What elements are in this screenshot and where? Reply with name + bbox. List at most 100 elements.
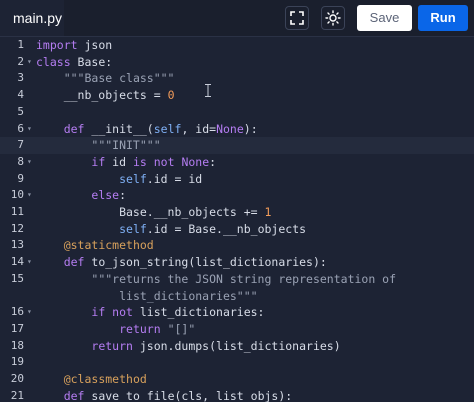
code-token: : <box>209 154 217 169</box>
code-line[interactable]: 19 <box>0 354 474 371</box>
code-token: return <box>91 338 133 353</box>
code-token: """INIT""" <box>91 138 161 153</box>
code-text: __nb_objects = 0 <box>36 87 175 104</box>
run-button[interactable]: Run <box>418 5 468 31</box>
save-button[interactable]: Save <box>357 5 412 31</box>
code-text: import json <box>36 37 112 54</box>
code-line[interactable]: 20 @classmethod <box>0 371 474 388</box>
code-line[interactable]: 6 ▾ def __init__(self, id=None): <box>0 121 474 138</box>
line-number: 18 <box>10 338 24 352</box>
line-number: 14 <box>10 255 24 269</box>
code-token: import <box>36 38 78 52</box>
tab-main-py[interactable]: main.py <box>0 0 64 36</box>
editor-toolbar: main.py Save Run <box>0 0 474 37</box>
code-text: def to_json_string(list_dictionaries): <box>36 254 327 271</box>
code-token: """Base class""" <box>63 71 175 86</box>
fold-toggle-icon[interactable]: ▾ <box>27 187 32 204</box>
code-text: """Base class""" <box>36 70 175 87</box>
fold-toggle-icon[interactable]: ▾ <box>27 121 32 138</box>
code-text: """INIT""" <box>36 137 161 154</box>
code-area[interactable]: 1 import json 2 ▾ class Base: 3 """Base class… <box>0 37 474 402</box>
code-line[interactable]: 16 ▾ if not list_dictionaries: <box>0 304 474 321</box>
code-line[interactable]: 3 """Base class""" <box>0 70 474 87</box>
code-line[interactable]: 12 self.id = Base.__nb_objects <box>0 221 474 238</box>
fold-toggle-icon[interactable]: ▾ <box>27 54 32 71</box>
code-text: self.id = Base.__nb_objects <box>36 221 306 238</box>
code-token: Base.__nb_objects += <box>36 205 265 219</box>
code-token: save_to_file(cls, list_objs): <box>84 388 293 402</box>
code-line[interactable]: 21 def save_to_file(cls, list_objs): <box>0 388 474 402</box>
theme-toggle-button[interactable] <box>321 6 345 30</box>
line-number: 12 <box>10 221 24 235</box>
code-token: "[]" <box>167 321 196 336</box>
code-line[interactable]: list_dictionaries""" <box>0 288 474 305</box>
code-line[interactable]: 8 ▾ if id is not None: <box>0 154 474 171</box>
code-token: self <box>153 121 182 136</box>
line-number: 16 <box>10 305 24 319</box>
code-token: def <box>63 121 85 136</box>
line-number: 15 <box>10 271 24 285</box>
code-token: 1 <box>264 205 272 219</box>
code-token: is not <box>132 154 175 169</box>
fold-toggle-icon[interactable]: ▾ <box>27 304 32 321</box>
code-line[interactable]: 4 __nb_objects = 0 <box>0 87 474 104</box>
line-number: 1 <box>17 38 24 51</box>
code-line[interactable]: 7 """INIT""" <box>0 137 474 154</box>
code-text: def __init__(self, id=None): <box>36 121 258 138</box>
code-text: Base.__nb_objects += 1 <box>36 204 271 221</box>
code-token: None <box>181 154 210 169</box>
code-line[interactable]: 14 ▾ def to_json_string(list_dictionaries… <box>0 254 474 271</box>
code-token: 0 <box>167 88 175 103</box>
code-token: @classmethod <box>63 372 147 386</box>
fold-toggle-icon[interactable]: ▾ <box>27 254 32 271</box>
code-token: json <box>77 38 113 52</box>
fullscreen-button[interactable] <box>285 6 309 30</box>
code-line[interactable]: 1 import json <box>0 37 474 54</box>
code-token: to_json_string(list_dictionaries): <box>84 255 327 270</box>
code-token: if not <box>91 305 133 320</box>
fold-toggle-icon[interactable]: ▾ <box>27 154 32 171</box>
code-text: list_dictionaries""" <box>36 288 258 305</box>
fullscreen-icon <box>290 11 304 25</box>
line-number: 9 <box>17 171 24 185</box>
line-number: 19 <box>10 355 24 369</box>
code-token: id <box>105 154 133 169</box>
code-line[interactable]: 15 """returns the JSON string representa… <box>0 271 474 288</box>
code-line[interactable]: 18 return json.dumps(list_dictionaries) <box>0 338 474 355</box>
line-number: 3 <box>17 71 24 85</box>
line-number: 20 <box>10 372 24 385</box>
code-token: .id = Base.__nb_objects <box>146 221 307 236</box>
code-token: Base: <box>70 54 113 69</box>
code-token: def <box>63 388 85 402</box>
code-token: ): <box>243 121 258 136</box>
code-line[interactable]: 10 ▾ else: <box>0 187 474 204</box>
code-line[interactable]: 5 <box>0 104 474 121</box>
code-line[interactable]: 13 @staticmethod <box>0 237 474 254</box>
code-text: if not list_dictionaries: <box>36 304 264 321</box>
code-text: def save_to_file(cls, list_objs): <box>36 388 293 402</box>
code-text: class Base: <box>36 54 112 71</box>
code-token: None <box>216 121 244 136</box>
line-number: 13 <box>10 238 24 252</box>
code-token: : <box>119 188 127 203</box>
code-line[interactable]: 2 ▾ class Base: <box>0 54 474 71</box>
code-text: if id is not None: <box>36 154 216 171</box>
code-editor-window: main.py Save Run 1 import json 2 ▾ class Bas… <box>0 0 474 402</box>
code-token: list_dictionaries""" <box>119 288 258 303</box>
sun-icon <box>325 10 341 26</box>
code-line[interactable]: 11 Base.__nb_objects += 1 <box>0 204 474 221</box>
code-line[interactable]: 9 self.id = id <box>0 171 474 188</box>
line-number: 17 <box>10 321 24 335</box>
code-token: if <box>91 154 106 169</box>
code-line[interactable]: 17 return "[]" <box>0 321 474 338</box>
